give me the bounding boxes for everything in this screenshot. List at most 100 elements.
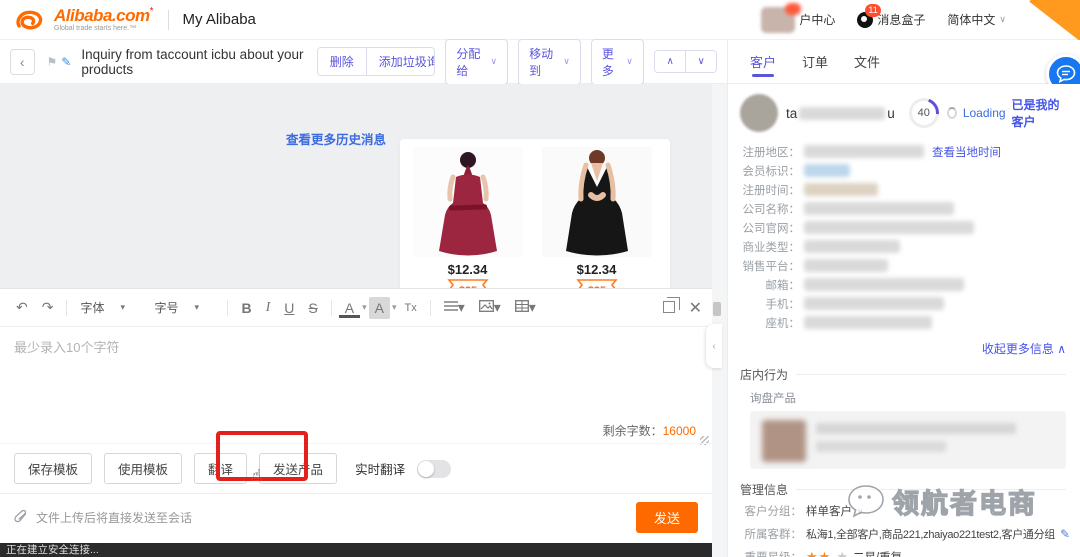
text-color-button[interactable]: A <box>339 298 360 318</box>
save-template-button[interactable]: 保存模板 <box>14 453 92 484</box>
translate-button[interactable]: 翻译 <box>194 453 247 484</box>
popout-editor-icon[interactable] <box>663 301 675 313</box>
collapse-more-info-link[interactable]: 收起更多信息 ∧ <box>740 340 1066 357</box>
message-input[interactable]: 最少录入10个字符 剩余字数：16000 <box>0 327 712 443</box>
redacted-value <box>816 441 946 452</box>
undo-icon[interactable]: ↶ <box>10 296 34 319</box>
redacted-value <box>804 164 850 177</box>
prev-message-button[interactable]: ∧ <box>655 51 685 72</box>
message-editor: ↶ ↷ 字体▾ 字号▾ B I U S A▾ A▾ Tx ▾ ▾ ▾ ✕ 最少录… <box>0 288 712 543</box>
strikethrough-button[interactable]: S <box>302 297 323 319</box>
editor-actions: 保存模板 使用模板 翻译 发送产品 实时翻译 ☝ <box>0 443 712 493</box>
toolbar-separator <box>227 300 228 316</box>
message-placeholder: 最少录入10个字符 <box>14 337 698 356</box>
customer-score-ring[interactable]: 40 <box>909 98 939 128</box>
local-time-link[interactable]: 查看当地时间 <box>932 144 1001 160</box>
customer-panel: ta u 40 Loading 已是我的客户 注册地区： 查看当地时间 会员标识：… <box>727 84 1080 557</box>
assign-label: 分配给 <box>456 45 482 79</box>
language-selector[interactable]: 简体中文 ∨ <box>947 11 1006 28</box>
inquiry-title: Inquiry from taccount icbu about your pr… <box>81 47 304 77</box>
tab-customer[interactable]: 客户 <box>750 40 776 83</box>
behavior-section-header: 店内行为 <box>740 366 1066 383</box>
send-button[interactable]: 发送 <box>636 502 698 533</box>
alibaba-logo[interactable]: Alibaba.com* Global trade starts here.™ <box>14 7 154 33</box>
field-row: 邮箱： <box>740 275 1066 294</box>
chevron-down-icon: ▾ <box>120 302 125 313</box>
scrollbar-thumb[interactable] <box>713 302 721 316</box>
bold-button[interactable]: B <box>235 297 257 319</box>
compose-icon[interactable]: ✎ <box>61 55 71 69</box>
field-row: 注册时间： <box>740 180 1066 199</box>
connection-status-bar: 正在建立安全连接... <box>0 543 727 557</box>
highlight-color-button[interactable]: A <box>369 297 390 319</box>
realtime-translate-toggle[interactable] <box>417 460 451 478</box>
tab-orders[interactable]: 订单 <box>802 40 828 83</box>
image-button[interactable]: ▾ <box>473 296 507 319</box>
field-label: 注册地区： <box>740 144 800 160</box>
star-rating-active-icon[interactable]: ★★ <box>806 549 831 557</box>
mark-spam-button[interactable]: 添加垃圾询盘 <box>366 48 436 75</box>
group-row: 客户分组： 样单客户∨ <box>740 501 1066 521</box>
product-card[interactable]: $12.34 $25 <box>410 147 525 304</box>
collapse-panel-handle[interactable]: ‹ <box>706 324 722 368</box>
table-button[interactable]: ▾ <box>509 296 542 319</box>
redacted-value <box>804 221 974 234</box>
inquiry-product-label: 询盘产品 <box>750 390 1066 406</box>
delete-button[interactable]: 删除 <box>318 48 366 75</box>
crowd-value: 私海1,全部客户,商品221,zhaiyao221test2,客户通分组 <box>806 526 1055 542</box>
next-message-button[interactable]: ∨ <box>685 51 716 72</box>
paperclip-icon[interactable] <box>14 510 28 525</box>
field-row: 公司名称： <box>740 199 1066 218</box>
product-message-card: $12.34 $25 <box>400 139 670 312</box>
redacted-value <box>816 423 1016 434</box>
clear-format-button[interactable]: Tx <box>398 299 422 317</box>
product-card[interactable]: $12.34 $25 <box>539 147 654 304</box>
use-template-button[interactable]: 使用模板 <box>104 453 182 484</box>
customer-avatar <box>740 94 778 132</box>
toolbar-separator <box>331 300 332 316</box>
logo-tagline: Global trade starts here.™ <box>54 25 154 32</box>
move-dropdown[interactable]: 移动到 ∨ <box>518 39 581 85</box>
assign-dropdown[interactable]: 分配给 ∨ <box>445 39 508 85</box>
user-center-menu[interactable]: 户中心 <box>761 7 835 33</box>
flag-icon[interactable]: ⚑ <box>47 55 58 69</box>
star-rating-inactive-icon[interactable]: ★ <box>836 549 848 557</box>
realtime-translate-label: 实时翻译 <box>355 459 405 478</box>
tab-files[interactable]: 文件 <box>854 40 880 83</box>
close-icon[interactable]: ✕ <box>689 298 702 318</box>
redacted-value <box>804 183 878 196</box>
management-section-header: 管理信息 <box>740 481 1066 498</box>
customer-header: ta u 40 Loading 已是我的客户 <box>740 94 1066 132</box>
field-row: 会员标识： <box>740 161 1066 180</box>
my-customer-link[interactable]: 已是我的客户 <box>1012 96 1066 130</box>
underline-button[interactable]: U <box>278 297 300 319</box>
chevron-down-icon: ∨ <box>491 56 498 67</box>
user-avatar <box>761 7 795 33</box>
inquiry-product-card[interactable] <box>750 411 1066 469</box>
redacted-value <box>804 145 924 158</box>
font-family-select[interactable]: 字体▾ <box>74 296 146 319</box>
font-size-select[interactable]: 字号▾ <box>148 296 220 319</box>
header-divider <box>168 10 169 30</box>
redo-icon[interactable]: ↷ <box>36 296 60 319</box>
group-select[interactable]: 样单客户∨ <box>806 503 864 519</box>
chevron-down-icon[interactable]: ▾ <box>392 302 397 313</box>
group-value: 样单客户 <box>806 503 852 519</box>
message-box-menu[interactable]: 11 消息盒子 <box>857 11 925 28</box>
chat-bubble-icon <box>1056 65 1076 83</box>
product-image <box>542 147 652 257</box>
inquiry-toolbar: ‹ ⚑ ✎ Inquiry from taccount icbu about y… <box>0 40 727 84</box>
back-button[interactable]: ‹ <box>10 49 35 75</box>
more-dropdown[interactable]: 更多 ∨ <box>591 39 644 85</box>
italic-button[interactable]: I <box>260 297 277 319</box>
field-label: 公司名称： <box>740 201 800 217</box>
list-button[interactable]: ▾ <box>438 296 471 319</box>
chevron-down-icon[interactable]: ▾ <box>362 302 367 313</box>
toolbar-separator <box>66 300 67 316</box>
field-label: 注册时间： <box>740 182 800 198</box>
send-product-button[interactable]: 发送产品 <box>259 453 337 484</box>
edit-crowd-icon[interactable]: ✎ <box>1060 527 1070 541</box>
user-center-label: 户中心 <box>799 11 835 28</box>
logo-text: Alibaba.com <box>54 6 150 25</box>
char-count-label: 剩余字数： <box>603 424 663 438</box>
